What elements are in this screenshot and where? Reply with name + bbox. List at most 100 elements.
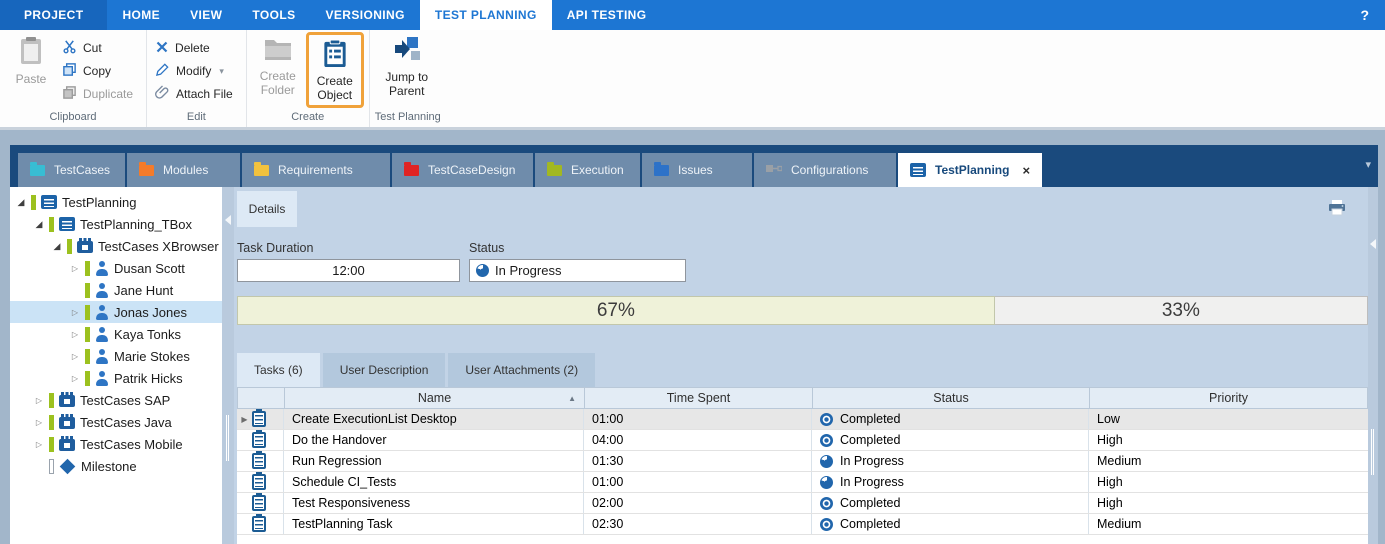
- table-row[interactable]: ▶ Create ExecutionList Desktop 01:00 Com…: [237, 409, 1368, 430]
- table-row[interactable]: Test Responsiveness 02:00 Completed High: [237, 493, 1368, 514]
- tab-tasks[interactable]: Tasks (6): [237, 353, 320, 387]
- tree-item-jane-hunt[interactable]: Jane Hunt: [10, 279, 222, 301]
- tree-item-label: TestCases SAP: [80, 393, 170, 408]
- document-icon: [910, 163, 926, 177]
- task-clipboard-icon: [252, 432, 266, 448]
- tree-item-milestone[interactable]: Milestone: [10, 455, 222, 477]
- person-icon: [95, 349, 109, 364]
- right-splitter[interactable]: [1368, 187, 1378, 544]
- create-object-button[interactable]: Create Object: [309, 35, 361, 102]
- menu-project[interactable]: PROJECT: [0, 0, 107, 30]
- tree-item-marie-stokes[interactable]: ▷ Marie Stokes: [10, 345, 222, 367]
- tab-details[interactable]: Details: [237, 191, 297, 227]
- cell-time: 01:00: [583, 472, 811, 492]
- create-folder-button[interactable]: Create Folder: [252, 32, 304, 97]
- tab-testplanning[interactable]: TestPlanning ×: [898, 153, 1042, 187]
- expanded-icon[interactable]: ◢: [16, 197, 26, 208]
- attach-file-button[interactable]: Attach File: [152, 84, 241, 104]
- tree-item-testcases-java[interactable]: ▷ TestCases Java: [10, 411, 222, 433]
- collapsed-icon[interactable]: ▷: [34, 418, 44, 427]
- menu-tools[interactable]: TOOLS: [237, 0, 310, 30]
- tab-configurations[interactable]: Configurations: [754, 153, 896, 187]
- menu-view[interactable]: VIEW: [175, 0, 237, 30]
- menu-home[interactable]: HOME: [107, 0, 175, 30]
- header-name[interactable]: Name ▲: [284, 388, 584, 408]
- ribbon-group-clipboard: Paste Cut Copy: [0, 30, 146, 127]
- tab-modules[interactable]: Modules: [127, 153, 240, 187]
- tab-issues[interactable]: Issues: [642, 153, 752, 187]
- task-duration-input[interactable]: [237, 259, 460, 282]
- tree-item-jonas-jones[interactable]: ▷ Jonas Jones: [10, 301, 222, 323]
- cut-button[interactable]: Cut: [59, 38, 141, 58]
- paste-button[interactable]: Paste: [5, 32, 57, 87]
- collapsed-icon[interactable]: ▷: [70, 264, 80, 273]
- tree-item-dusan-scott[interactable]: ▷ Dusan Scott: [10, 257, 222, 279]
- sort-ascending-icon[interactable]: ▲: [568, 394, 576, 403]
- modify-button[interactable]: Modify ▾: [152, 61, 241, 81]
- tree-item-testcases-mobile[interactable]: ▷ TestCases Mobile: [10, 433, 222, 455]
- modify-dropdown-icon[interactable]: ▾: [219, 66, 224, 77]
- tree-item-kaya-tonks[interactable]: ▷ Kaya Tonks: [10, 323, 222, 345]
- menu-api-testing[interactable]: API TESTING: [552, 0, 662, 30]
- copy-label: Copy: [83, 64, 111, 78]
- tab-user-attachments[interactable]: User Attachments (2): [448, 353, 595, 387]
- pencil-icon: [155, 62, 170, 80]
- tree-item-testplanning[interactable]: ◢ TestPlanning: [10, 191, 222, 213]
- table-row[interactable]: Run Regression 01:30 In Progress Medium: [237, 451, 1368, 472]
- collapse-left-icon[interactable]: [225, 215, 231, 225]
- collapsed-icon[interactable]: ▷: [70, 308, 80, 317]
- row-expand-icon[interactable]: ▶: [240, 415, 249, 424]
- chevron-down-icon[interactable]: ▾: [1365, 158, 1371, 171]
- testcase-folder-icon: [77, 241, 93, 253]
- collapse-left-icon[interactable]: [1370, 239, 1376, 249]
- progress-remaining-label: 33%: [1162, 300, 1200, 322]
- tab-requirements[interactable]: Requirements: [242, 153, 390, 187]
- tree-item-testcases-sap[interactable]: ▷ TestCases SAP: [10, 389, 222, 411]
- collapsed-icon[interactable]: ▷: [70, 352, 80, 361]
- close-icon[interactable]: ×: [1022, 163, 1030, 178]
- menubar: PROJECT HOME VIEW TOOLS VERSIONING TEST …: [0, 0, 1385, 30]
- help-icon[interactable]: ?: [1344, 0, 1385, 30]
- delete-label: Delete: [175, 41, 210, 55]
- cell-status: Completed: [811, 409, 1088, 429]
- tab-testcasedesign[interactable]: TestCaseDesign: [392, 153, 533, 187]
- menu-versioning[interactable]: VERSIONING: [311, 0, 420, 30]
- collapsed-icon[interactable]: ▷: [34, 440, 44, 449]
- duplicate-button[interactable]: Duplicate: [59, 84, 141, 104]
- expanded-icon[interactable]: ◢: [34, 219, 44, 230]
- tab-execution[interactable]: Execution: [535, 153, 640, 187]
- printer-icon[interactable]: [1328, 200, 1346, 221]
- menu-test-planning[interactable]: TEST PLANNING: [420, 0, 552, 30]
- cell-priority: Low: [1088, 409, 1368, 429]
- expanded-icon[interactable]: ◢: [52, 241, 62, 252]
- table-row[interactable]: TestPlanning Task 02:30 Completed Medium: [237, 514, 1368, 535]
- header-time-spent[interactable]: Time Spent: [584, 388, 812, 408]
- jump-to-parent-button[interactable]: Jump to Parent: [375, 32, 439, 98]
- header-priority[interactable]: Priority: [1089, 388, 1367, 408]
- workspace: TestCases Modules Requirements TestCaseD…: [0, 130, 1385, 544]
- delete-button[interactable]: Delete: [152, 38, 241, 58]
- tree-splitter[interactable]: [222, 187, 234, 544]
- table-row[interactable]: Schedule CI_Tests 01:00 In Progress High: [237, 472, 1368, 493]
- tree-item-label: Dusan Scott: [114, 261, 185, 276]
- tree-item-testcases-xbrowser[interactable]: ◢ TestCases XBrowser: [10, 235, 222, 257]
- test-planning-group-label: Test Planning: [375, 108, 441, 123]
- tab-label: Execution: [571, 163, 624, 177]
- header-status[interactable]: Status: [812, 388, 1089, 408]
- splitter-grip[interactable]: [226, 415, 229, 461]
- in-progress-icon: [820, 455, 833, 468]
- status-combo[interactable]: In Progress: [469, 259, 686, 282]
- tab-testcases[interactable]: TestCases: [18, 153, 125, 187]
- tree-item-testplanning-tbox[interactable]: ◢ TestPlanning_TBox: [10, 213, 222, 235]
- tree-item-patrik-hicks[interactable]: ▷ Patrik Hicks: [10, 367, 222, 389]
- collapsed-icon[interactable]: ▷: [70, 374, 80, 383]
- collapsed-icon[interactable]: ▷: [70, 330, 80, 339]
- tab-user-description[interactable]: User Description: [323, 353, 446, 387]
- splitter-grip[interactable]: [1371, 429, 1374, 475]
- collapsed-icon[interactable]: ▷: [34, 396, 44, 405]
- jump-to-parent-icon: [392, 36, 422, 68]
- task-clipboard-icon: [252, 453, 266, 469]
- table-row[interactable]: Do the Handover 04:00 Completed High: [237, 430, 1368, 451]
- copy-button[interactable]: Copy: [59, 61, 141, 81]
- tab-label: Issues: [678, 163, 713, 177]
